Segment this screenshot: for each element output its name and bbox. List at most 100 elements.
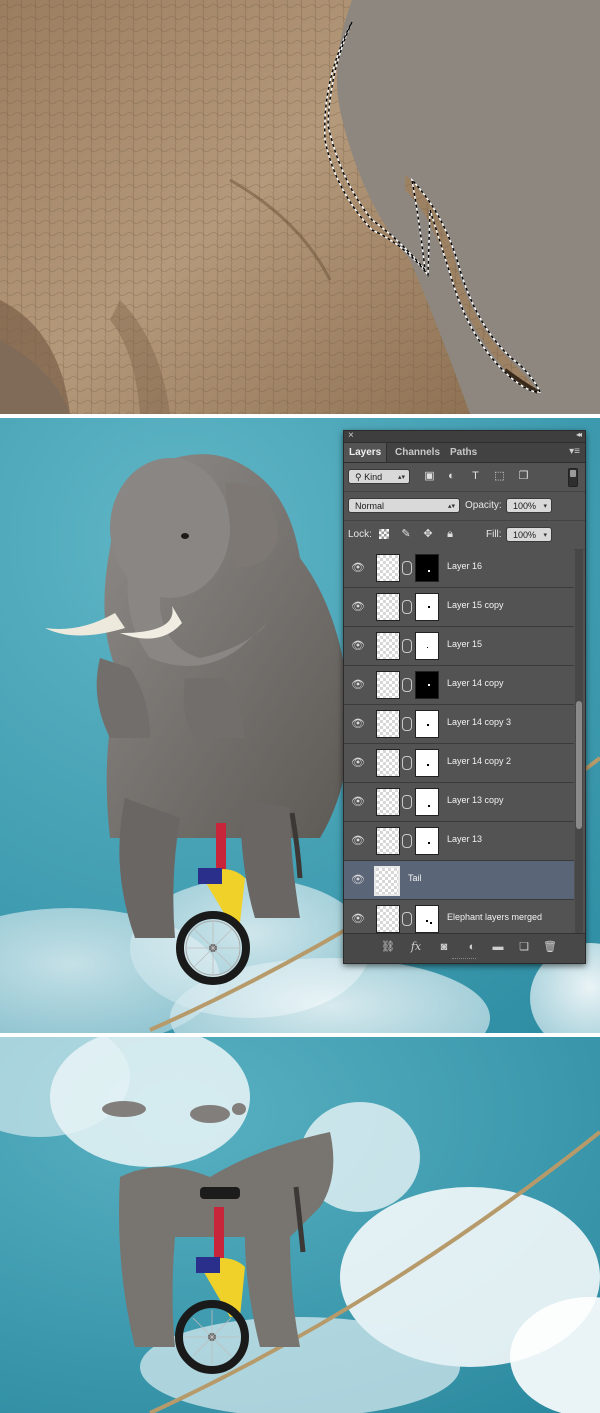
layer-row[interactable]: 👁︎ Elephant layers merged (344, 900, 574, 934)
filter-kind-value: Kind (364, 472, 383, 482)
layer-thumbnail (376, 905, 400, 933)
eye-icon[interactable]: 👁︎ (350, 561, 366, 575)
add-mask-icon[interactable]: ◙ (436, 940, 452, 954)
link-icon[interactable] (402, 834, 412, 848)
smart-object-filter-icon[interactable]: ❐ (516, 469, 531, 483)
type-filter-icon[interactable]: T (468, 469, 483, 483)
eye-icon[interactable]: 👁︎ (350, 717, 366, 731)
eye-icon[interactable]: 👁︎ (350, 756, 366, 770)
close-icon[interactable]: × (348, 430, 354, 441)
panel-menu-icon[interactable]: ▾≡ (569, 446, 580, 457)
fill-label: Fill: (486, 529, 502, 540)
layer-mask-thumbnail[interactable] (415, 671, 439, 699)
chevron-updown-icon: ▴▾ (447, 503, 455, 510)
layer-mask-thumbnail[interactable] (415, 632, 439, 660)
lock-transparent-icon[interactable] (379, 529, 389, 539)
panel-footer: ⛓ fx ◙ ◐ ▬ ❏ 🗑︎ (344, 933, 585, 963)
layer-row[interactable]: 👁︎ Layer 14 copy (344, 666, 574, 705)
layer-thumbnail (376, 554, 400, 582)
layer-row[interactable]: 👁︎ Layer 15 copy (344, 588, 574, 627)
link-icon[interactable] (402, 795, 412, 809)
eye-icon[interactable]: 👁︎ (350, 600, 366, 614)
resize-grip[interactable] (452, 958, 476, 962)
layer-thumbnail (376, 632, 400, 660)
blend-mode-select[interactable]: Normal ▴▾ (348, 498, 460, 513)
opacity-label: Opacity: (465, 500, 502, 511)
eye-icon[interactable]: 👁︎ (350, 834, 366, 848)
layer-row[interactable]: 👁︎ Layer 13 (344, 822, 574, 861)
fill-input[interactable]: 100% ▾ (506, 527, 552, 542)
adjustment-layer-icon[interactable]: ◐ (464, 940, 480, 954)
opacity-input[interactable]: 100% ▾ (506, 498, 552, 513)
layer-row[interactable]: 👁︎ Layer 14 copy 3 (344, 705, 574, 744)
link-icon[interactable] (402, 756, 412, 770)
layer-thumbnail (376, 710, 400, 738)
blend-row: Normal ▴▾ Opacity: 100% ▾ (344, 492, 585, 521)
link-icon[interactable] (402, 912, 412, 926)
layer-name: Layer 13 (447, 834, 483, 844)
layer-row[interactable]: 👁︎ Layer 15 (344, 627, 574, 666)
layer-name: Layer 14 copy 3 (447, 717, 512, 727)
pixel-filter-icon[interactable]: ▣ (422, 469, 437, 483)
link-icon[interactable] (402, 561, 412, 575)
link-icon[interactable] (402, 717, 412, 731)
layer-mask-thumbnail[interactable] (415, 554, 439, 582)
tab-paths[interactable]: Paths (445, 443, 482, 462)
layer-mask-thumbnail[interactable] (415, 905, 439, 933)
fx-icon[interactable]: fx (408, 940, 424, 954)
layer-thumbnail (376, 671, 400, 699)
link-icon[interactable] (402, 639, 412, 653)
chevron-updown-icon: ▴▾ (397, 474, 405, 481)
layer-mask-thumbnail[interactable] (415, 593, 439, 621)
tail-only-scene-panel (0, 1037, 600, 1413)
layer-row[interactable]: 👁︎ Layer 16 (344, 549, 574, 588)
layer-name: Layer 14 copy (447, 678, 504, 688)
layer-list-scrollbar[interactable] (575, 549, 583, 934)
lock-row: Lock: ✎ ✥ 🔒︎ Fill: 100% ▾ (344, 521, 585, 550)
eye-icon[interactable]: 👁︎ (350, 795, 366, 809)
link-icon[interactable] (402, 678, 412, 692)
layer-thumbnail (376, 749, 400, 777)
layer-thumbnail (376, 593, 400, 621)
search-icon: ⚲ (355, 472, 365, 482)
filter-toggle[interactable] (568, 468, 578, 487)
layer-mask-thumbnail[interactable] (415, 827, 439, 855)
new-group-icon[interactable]: ▬ (490, 940, 506, 954)
fill-value: 100% (513, 530, 537, 540)
layer-thumbnail (376, 788, 400, 816)
blend-mode-value: Normal (355, 501, 385, 511)
adjustment-filter-icon[interactable]: ◐ (444, 469, 459, 483)
eye-icon[interactable]: 👁︎ (350, 639, 366, 653)
eye-icon[interactable]: 👁︎ (350, 678, 366, 692)
filter-kind-select[interactable]: ⚲ Kind ▴▾ (348, 469, 410, 484)
layer-name: Elephant layers merged (447, 912, 543, 922)
collapse-icon[interactable]: ◂◂ (576, 430, 582, 439)
chevron-down-icon: ▾ (543, 503, 547, 510)
layer-row[interactable]: 👁︎ Layer 14 copy 2 (344, 744, 574, 783)
shape-filter-icon[interactable]: ⬚ (492, 469, 507, 483)
chevron-down-icon: ▾ (543, 532, 547, 539)
layer-mask-thumbnail[interactable] (415, 710, 439, 738)
layer-row[interactable]: 👁︎ Layer 13 copy (344, 783, 574, 822)
layer-name: Layer 13 copy (447, 795, 504, 805)
eye-icon[interactable]: 👁︎ (350, 912, 366, 926)
layer-mask-thumbnail[interactable] (415, 788, 439, 816)
trash-icon[interactable]: 🗑︎ (542, 940, 558, 954)
layer-name: Tail (408, 873, 422, 883)
new-layer-icon[interactable]: ❏ (516, 940, 532, 954)
tab-channels[interactable]: Channels (390, 443, 445, 462)
layers-panel: × ◂◂ Layers Channels Paths ▾≡ ⚲ Kind ▴▾ … (343, 430, 586, 964)
lock-move-icon[interactable]: ✥ (421, 527, 435, 541)
layer-thumbnail (374, 866, 400, 896)
layer-mask-thumbnail[interactable] (415, 749, 439, 777)
tab-layers[interactable]: Layers (344, 443, 388, 462)
link-layers-icon[interactable]: ⛓ (380, 940, 396, 954)
layer-name: Layer 16 (447, 561, 483, 571)
layer-row-selected[interactable]: 👁︎ Tail (344, 861, 574, 900)
scrollbar-thumb[interactable] (576, 701, 582, 829)
elephant-parts-image (0, 1037, 600, 1413)
eye-icon[interactable]: 👁︎ (350, 873, 366, 887)
lock-paint-icon[interactable]: ✎ (399, 527, 413, 541)
lock-all-icon[interactable]: 🔒︎ (443, 527, 457, 541)
link-icon[interactable] (402, 600, 412, 614)
